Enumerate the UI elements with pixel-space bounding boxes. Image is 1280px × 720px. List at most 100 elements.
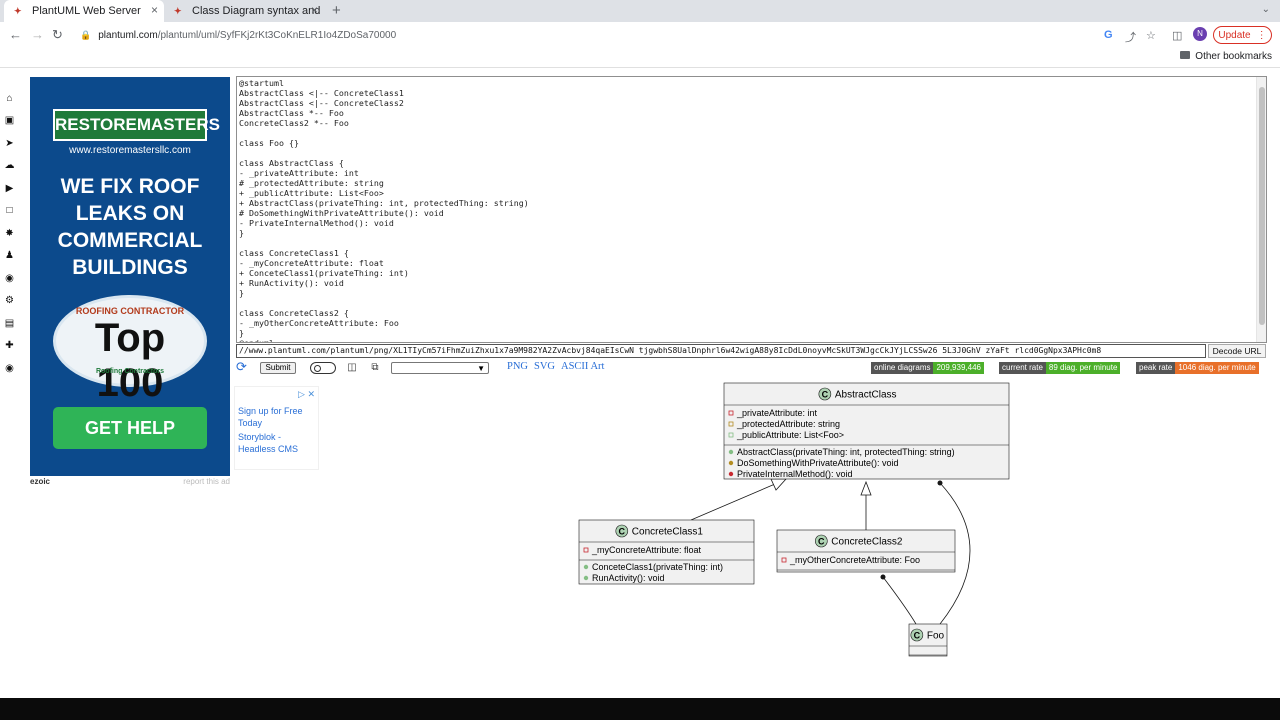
reload-icon[interactable]: ↻ [52, 27, 63, 43]
ad-headline-line: LEAKS ON [75, 202, 185, 225]
report-ad-link[interactable]: report this ad [183, 477, 230, 486]
editor-scrollbar[interactable] [1256, 77, 1266, 342]
back-icon[interactable]: ← [9, 27, 22, 42]
ad-link[interactable]: Storyblok - Headless CMS [238, 431, 316, 455]
ad-choices-close-icon[interactable]: ▷ ✕ [298, 389, 315, 400]
toggle-switch[interactable] [310, 362, 336, 374]
ad-headline-line: BUILDINGS [72, 256, 188, 279]
inheritance-arrowhead [860, 480, 872, 496]
ad-brand-logo: RESTOREMASTERS [53, 109, 220, 141]
ad-link[interactable]: Sign up for Free Today [238, 405, 316, 429]
class-diagram: C AbstractClass _privateAttribute: int_pro… [578, 382, 1010, 657]
class-icon-letter: C [822, 390, 829, 400]
ad-footer: ezoic report this ad [30, 477, 230, 487]
stat-value: 209,939,446 [933, 362, 984, 374]
chevron-down-icon[interactable]: ⌄ [1262, 4, 1270, 15]
encoded-url-field[interactable]: //www.plantuml.com/plantuml/png/XL1TIyCm… [236, 344, 1206, 358]
class-method: DoSomethingWithPrivateAttribute(): void [737, 458, 899, 468]
png-link[interactable]: PNG [507, 360, 528, 374]
advertisement-banner[interactable]: RESTOREMASTERS www.restoremastersllc.com… [30, 77, 230, 476]
stat-peak-rate: peak rate 1046 diag. per minute [1136, 362, 1259, 374]
star-icon[interactable]: ☆ [1146, 29, 1156, 42]
update-button[interactable]: Update ⋮ [1213, 26, 1272, 44]
class-name: ConcreteClass2 [831, 537, 903, 548]
avatar[interactable]: N [1193, 27, 1207, 41]
close-tab-icon[interactable]: × [311, 3, 318, 17]
class-name: Foo [927, 631, 945, 642]
ad-badge-bottom: Roofing Contractors [95, 368, 165, 375]
bug-icon[interactable]: ✸ [4, 228, 15, 239]
class-name: AbstractClass [835, 390, 897, 401]
video-icon[interactable]: ▶ [4, 183, 15, 194]
google-icon[interactable]: G [1104, 29, 1113, 41]
home-icon[interactable]: ⌂ [4, 93, 15, 104]
ad-badge-top: ROOFING CONTRACTOR [75, 306, 185, 316]
ezoic-logo: ezoic [30, 477, 51, 486]
stat-label: current rate [999, 362, 1046, 374]
stat-label: online diagrams [871, 362, 934, 374]
ad-url: www.restoremastersllc.com [69, 145, 191, 156]
inheritance-edge [690, 483, 776, 521]
other-bookmarks[interactable]: Other bookmarks [1180, 51, 1272, 62]
gear-icon[interactable]: ⚙ [4, 295, 15, 306]
document-icon[interactable]: ▣ [4, 115, 15, 126]
visibility-icon [583, 575, 589, 581]
visibility-icon [728, 471, 734, 477]
lock-icon: 🔒 [80, 29, 92, 40]
ad-badge: ROOFING CONTRACTOR Top 100 Roofing Contr… [53, 295, 207, 405]
composition-diamond [937, 480, 943, 486]
scrollbar-thumb[interactable] [1259, 87, 1265, 325]
class-attribute: _myConcreteAttribute: float [591, 545, 702, 555]
stat-online-diagrams: online diagrams 209,939,446 [871, 362, 984, 374]
tab-class-diagram-syntax[interactable]: ✦ Class Diagram syntax and × [164, 0, 324, 22]
url-row: //www.plantuml.com/plantuml/png/XL1TIyCm… [236, 344, 1267, 358]
plantuml-source-editor[interactable]: @startuml AbstractClass <|-- ConcreteCla… [236, 76, 1267, 343]
example-select[interactable]: ▼ [391, 362, 489, 374]
folder-icon [1180, 51, 1191, 59]
palette-icon[interactable]: ◉ [4, 273, 15, 284]
ad-badge-number: Top 100 [94, 316, 166, 405]
class-icon-letter: C [818, 537, 825, 547]
cloud-icon[interactable]: ☁ [4, 160, 15, 171]
pin-icon[interactable]: ✚ [4, 340, 15, 351]
new-tab-icon[interactable]: + [332, 2, 341, 19]
url-path: /plantuml/uml/SyfFKj2rKt3CoKnELR1Io4ZDoS… [157, 29, 397, 41]
copy-icon[interactable]: ⧉ [369, 362, 381, 374]
visibility-icon [728, 449, 734, 455]
ascii-art-link[interactable]: ASCII Art [561, 360, 604, 374]
users-icon[interactable]: ♟ [4, 250, 15, 261]
composition-edge [882, 576, 917, 625]
class-attribute: _protectedAttribute: string [736, 419, 840, 429]
visibility-icon [583, 564, 589, 570]
rocket-icon[interactable]: ➤ [4, 138, 15, 149]
share-icon[interactable]: ⤴ [1125, 29, 1136, 45]
class-name: ConcreteClass1 [632, 527, 704, 538]
tab-plantuml[interactable]: ✦ PlantUML Web Server × [4, 0, 164, 22]
side-advertisement[interactable]: ▷ ✕ Sign up for Free Today Storyblok - H… [234, 386, 319, 470]
refresh-icon[interactable]: ⟳ [236, 360, 247, 374]
ad-headline: WE FIX ROOF LEAKS ON COMMERCIAL BUILDING… [30, 173, 230, 281]
library-icon[interactable]: ▤ [4, 318, 15, 329]
get-help-button[interactable]: GET HELP [53, 407, 207, 449]
side-panel-icon[interactable]: ◫ [1172, 29, 1182, 42]
game-icon[interactable]: ◉ [4, 363, 15, 374]
svg-link[interactable]: SVG [534, 360, 555, 374]
submit-button[interactable]: Submit [260, 362, 296, 374]
class-method: PrivateInternalMethod(): void [737, 469, 853, 479]
other-bookmarks-label: Other bookmarks [1195, 51, 1272, 62]
class-method: AbstractClass(privateThing: int, protect… [737, 447, 955, 457]
split-view-icon[interactable]: ◫ [346, 362, 358, 374]
chat-icon[interactable]: □ [4, 205, 15, 216]
decode-url-button[interactable]: Decode URL [1208, 344, 1266, 358]
ad-headline-line: COMMERCIAL [57, 229, 203, 252]
class-method: RunActivity(): void [592, 573, 665, 583]
stat-label: peak rate [1136, 362, 1176, 374]
tab-label: Class Diagram syntax and [192, 5, 321, 17]
stat-value: 89 diag. per minute [1045, 362, 1121, 374]
class-attribute: _myOtherConcreteAttribute: Foo [789, 555, 920, 565]
source-code[interactable]: @startuml AbstractClass <|-- ConcreteCla… [237, 77, 1266, 342]
close-tab-icon[interactable]: × [151, 3, 158, 17]
tab-label: PlantUML Web Server [32, 5, 141, 17]
address-bar[interactable]: 🔒 plantuml.com/plantuml/uml/SyfFKj2rKt3C… [72, 25, 1197, 45]
forward-icon[interactable]: → [31, 27, 44, 42]
